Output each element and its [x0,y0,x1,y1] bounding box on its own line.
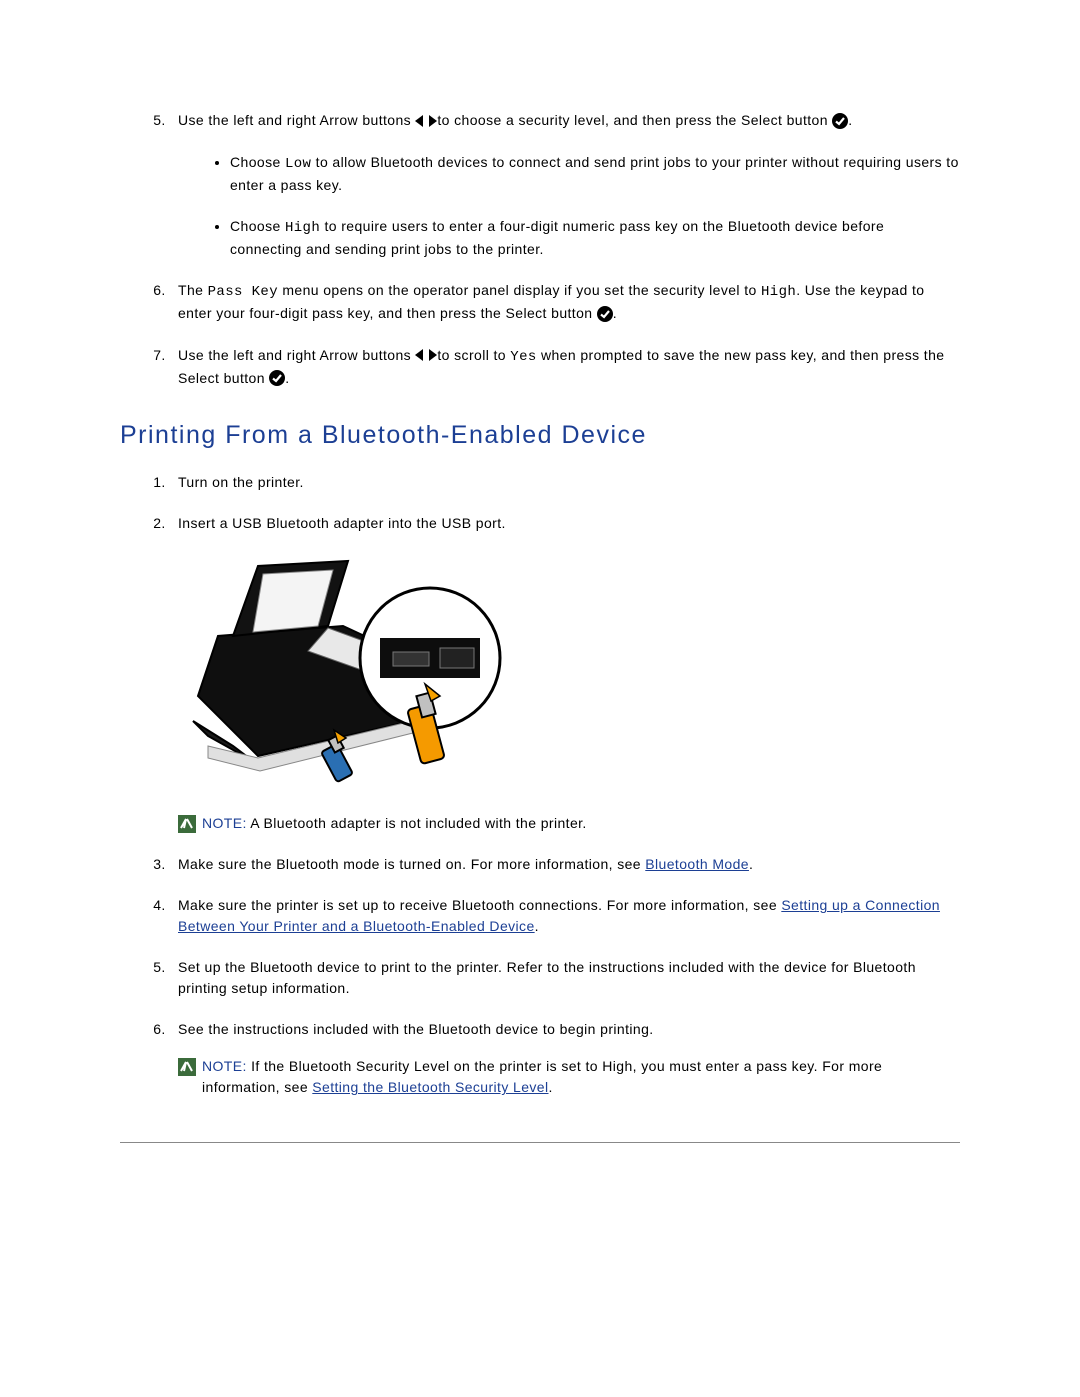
code-yes: Yes [510,349,536,365]
step6-mid1: menu opens on the operator panel display… [278,282,761,298]
b-step-5: Set up the Bluetooth device to print to … [170,957,960,999]
document-page: Use the left and right Arrow buttons to … [0,0,1080,1223]
step-5: Use the left and right Arrow buttons to … [170,110,960,260]
step5-bullet-high: Choose High to require users to enter a … [230,216,960,260]
b-step-6: See the instructions included with the B… [170,1019,960,1098]
code-high-6: High [761,284,796,300]
code-passkey: Pass Key [208,284,278,300]
note-text: NOTE: A Bluetooth adapter is not include… [202,813,587,834]
step7-mid1: to scroll to [437,347,510,363]
step7-end: . [285,370,289,386]
arrow-buttons-icon [415,345,437,366]
link-setting-bt-security[interactable]: Setting the Bluetooth Security Level [312,1079,548,1095]
note1-label: NOTE: [202,815,247,831]
b-step-1: Turn on the printer. [170,472,960,493]
section-heading-printing-bluetooth: Printing From a Bluetooth-Enabled Device [120,421,960,450]
code-low: Low [285,156,311,172]
bullet-low-pre: Choose [230,154,285,170]
step6-pre: The [178,282,208,298]
note2-post: . [549,1079,553,1095]
step5-sublist: Choose Low to allow Bluetooth devices to… [178,152,960,260]
step6-end: . [613,305,617,321]
note-adapter-not-included: NOTE: A Bluetooth adapter is not include… [178,813,960,834]
bluetooth-ordered-list: Turn on the printer. Insert a USB Blueto… [120,472,960,1098]
printer-illustration [178,546,960,797]
step5-text-end: . [848,112,852,128]
note1-body: A Bluetooth adapter is not included with… [247,815,587,831]
top-ordered-list: Use the left and right Arrow buttons to … [120,110,960,389]
b-step-2: Insert a USB Bluetooth adapter into the … [170,513,960,834]
b6-text: See the instructions included with the B… [178,1021,654,1037]
b4-pre: Make sure the printer is set up to recei… [178,897,781,913]
select-button-icon [597,304,613,325]
code-high: High [285,220,320,236]
note-security-level: NOTE: If the Bluetooth Security Level on… [178,1056,960,1098]
b-step2-text: Insert a USB Bluetooth adapter into the … [178,515,506,531]
b3-pre: Make sure the Bluetooth mode is turned o… [178,856,645,872]
arrow-buttons-icon [415,111,437,132]
step5-text-mid: to choose a security level, and then pre… [437,112,832,128]
step-6: The Pass Key menu opens on the operator … [170,280,960,325]
step-7: Use the left and right Arrow buttons to … [170,345,960,390]
link-bluetooth-mode[interactable]: Bluetooth Mode [645,856,749,872]
b-step-4: Make sure the printer is set up to recei… [170,895,960,937]
bullet-high-post: to require users to enter a four-digit n… [230,218,884,257]
note-icon [178,815,196,833]
b-step1-text: Turn on the printer. [178,474,304,490]
step5-text-pre: Use the left and right Arrow buttons [178,112,415,128]
bullet-low-post: to allow Bluetooth devices to connect an… [230,154,959,193]
bullet-high-pre: Choose [230,218,285,234]
b5-text: Set up the Bluetooth device to print to … [178,959,916,996]
select-button-icon [832,111,848,132]
b4-post: . [535,918,539,934]
select-button-icon [269,368,285,389]
footer-divider [120,1142,960,1143]
b3-post: . [749,856,753,872]
step7-pre: Use the left and right Arrow buttons [178,347,415,363]
note2-label: NOTE: [202,1058,247,1074]
b-step-3: Make sure the Bluetooth mode is turned o… [170,854,960,875]
note2-text: NOTE: If the Bluetooth Security Level on… [202,1056,960,1098]
note-icon [178,1058,196,1076]
step5-bullet-low: Choose Low to allow Bluetooth devices to… [230,152,960,196]
